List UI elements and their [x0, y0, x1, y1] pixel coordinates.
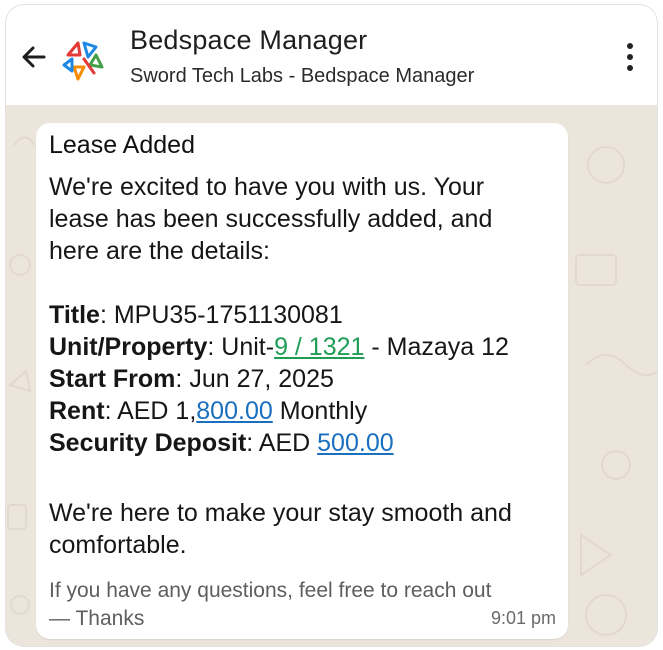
chat-header: Bedspace Manager Sword Tech Labs - Bedsp… [6, 5, 657, 105]
arrow-left-icon [22, 46, 46, 68]
rent-suffix: Monthly [272, 397, 368, 425]
closing-line: We're here to make your stay smooth and [49, 499, 512, 527]
message-heading: Lease Added [49, 131, 195, 159]
closing-line: comfortable. [49, 531, 187, 559]
deposit-row: Security Deposit: AED 500.00 [49, 429, 394, 457]
deposit-link[interactable]: 500.00 [317, 429, 393, 457]
footer-line: — Thanks [49, 607, 145, 630]
rent-prefix: AED 1, [117, 397, 197, 425]
start-label: Start From [49, 365, 176, 393]
unit-row: Unit/Property: Unit-9 / 1321 - Mazaya 12 [49, 333, 509, 361]
business-logo[interactable] [58, 35, 108, 83]
menu-button[interactable] [620, 43, 640, 77]
unit-suffix: - Mazaya 12 [364, 333, 509, 361]
deposit-prefix: AED [258, 429, 318, 457]
unit-label: Unit/Property [49, 333, 208, 361]
rent-link[interactable]: 800.00 [196, 397, 272, 425]
rent-row: Rent: AED 1,800.00 Monthly [49, 397, 368, 425]
footer-line: If you have any questions, feel free to … [49, 579, 492, 602]
start-row: Start From: Jun 27, 2025 [49, 365, 334, 393]
title-row: Title: MPU35-1751130081 [49, 301, 343, 329]
chat-subtitle[interactable]: Sword Tech Labs - Bedspace Manager [130, 65, 474, 88]
chat-title[interactable]: Bedspace Manager [130, 25, 367, 56]
back-button[interactable] [18, 41, 50, 73]
unit-link[interactable]: 9 / 1321 [274, 333, 364, 361]
title-label: Title [49, 301, 100, 329]
message-timestamp: 9:01 pm [490, 608, 556, 628]
unit-prefix: Unit- [221, 333, 275, 361]
deposit-label: Security Deposit [49, 429, 247, 457]
intro-line: lease has been successfully added, and [49, 205, 493, 233]
kebab-menu-icon [627, 43, 633, 49]
intro-line: here are the details: [49, 237, 270, 265]
rent-label: Rent [49, 397, 105, 425]
kebab-dot [627, 65, 633, 71]
kebab-dot [627, 54, 633, 60]
logo-icon [62, 41, 104, 81]
start-value: Jun 27, 2025 [189, 365, 334, 393]
title-value: MPU35-1751130081 [113, 301, 343, 329]
intro-line: We're excited to have you with us. Your [49, 173, 485, 201]
chat-window: Bedspace Manager Sword Tech Labs - Bedsp… [6, 5, 657, 646]
message-bubble[interactable]: Lease Added We're excited to have you wi… [36, 123, 568, 639]
